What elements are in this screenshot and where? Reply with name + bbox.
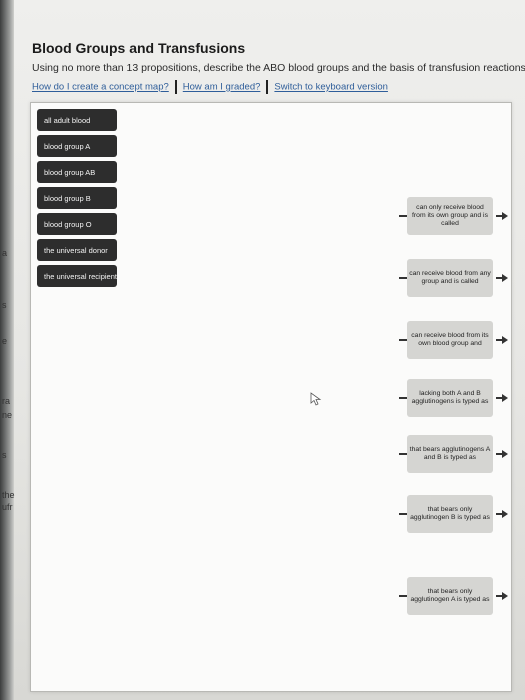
connector-stub xyxy=(399,595,407,597)
linking-phrase-text: can receive blood from its own blood gro… xyxy=(411,332,489,347)
help-links: How do I create a concept map? How am I g… xyxy=(32,80,520,94)
arrow-right-icon xyxy=(502,510,508,518)
linking-phrase-tile[interactable]: that bears only agglutinogen B is typed … xyxy=(399,495,508,533)
concept-tile[interactable]: blood group AB xyxy=(37,161,117,183)
arrow-right-icon xyxy=(502,450,508,458)
connector-stub xyxy=(399,277,407,279)
concept-tile[interactable]: the universal recipient xyxy=(37,265,117,287)
linking-phrase-text: lacking both A and B agglutinogens is ty… xyxy=(411,390,489,405)
linking-phrase-tile[interactable]: can only receive blood from its own grou… xyxy=(399,197,508,235)
arrow-right-icon xyxy=(502,394,508,402)
arrow-right-icon xyxy=(502,592,508,600)
concept-tile[interactable]: all adult blood xyxy=(37,109,117,131)
edge-text: ufr xyxy=(2,502,13,512)
connector-stub xyxy=(399,513,407,515)
linking-phrase-text: can receive blood from any group and is … xyxy=(409,270,491,285)
connector-stub xyxy=(399,339,407,341)
instructions: Using no more than 13 propositions, desc… xyxy=(32,62,525,74)
linking-phrase-tile[interactable]: that bears agglutinogens A and B is type… xyxy=(399,435,508,473)
keyboard-version-link[interactable]: Switch to keyboard version xyxy=(274,82,388,93)
divider xyxy=(266,80,269,94)
linking-phrase-text: that bears agglutinogens A and B is type… xyxy=(409,446,491,461)
arrow-right-icon xyxy=(502,274,508,282)
edge-text: the xyxy=(2,490,15,500)
linking-phrase-tile[interactable]: lacking both A and B agglutinogens is ty… xyxy=(399,379,508,417)
linking-phrase-tile[interactable]: can receive blood from its own blood gro… xyxy=(399,321,508,359)
adjacent-window-edge: a s e ra ne s the ufr xyxy=(0,0,15,700)
arrow-right-icon xyxy=(502,336,508,344)
edge-text: ne xyxy=(2,410,13,420)
linking-phrase-text: that bears only agglutinogen B is typed … xyxy=(410,506,490,521)
edge-text: e xyxy=(2,336,8,346)
concept-tile[interactable]: blood group A xyxy=(37,135,117,157)
concept-bank: all adult blood blood group A blood grou… xyxy=(37,109,117,689)
concept-tile[interactable]: blood group B xyxy=(37,187,117,209)
mouse-cursor-icon xyxy=(310,392,322,406)
screen: a s e ra ne s the ufr Blood Groups and T… xyxy=(0,0,525,700)
edge-text: s xyxy=(2,450,7,460)
connector-stub xyxy=(399,397,407,399)
linking-phrase-tile[interactable]: can receive blood from any group and is … xyxy=(399,259,508,297)
concept-tile[interactable]: the universal donor xyxy=(37,239,117,261)
page-title: Blood Groups and Transfusions xyxy=(32,40,246,56)
grading-link[interactable]: How am I graded? xyxy=(183,82,261,93)
connector-stub xyxy=(399,215,407,217)
edge-text: s xyxy=(2,300,7,310)
linking-phrase-tile[interactable]: that bears only agglutinogen A is typed … xyxy=(399,577,508,615)
edge-text: ra xyxy=(2,396,11,406)
help-concept-map-link[interactable]: How do I create a concept map? xyxy=(32,82,169,93)
linking-phrase-text: that bears only agglutinogen A is typed … xyxy=(410,588,490,603)
concept-tile[interactable]: blood group O xyxy=(37,213,117,235)
concept-map-workspace[interactable]: all adult blood blood group A blood grou… xyxy=(30,102,512,692)
arrow-right-icon xyxy=(502,212,508,220)
edge-text: a xyxy=(2,248,8,258)
linking-phrase-text: can only receive blood from its own grou… xyxy=(412,204,488,227)
connector-stub xyxy=(399,453,407,455)
question-header: Blood Groups and Transfusions Using no m… xyxy=(32,40,525,94)
linking-phrase-bank: can only receive blood from its own grou… xyxy=(399,109,508,689)
divider xyxy=(174,80,177,94)
